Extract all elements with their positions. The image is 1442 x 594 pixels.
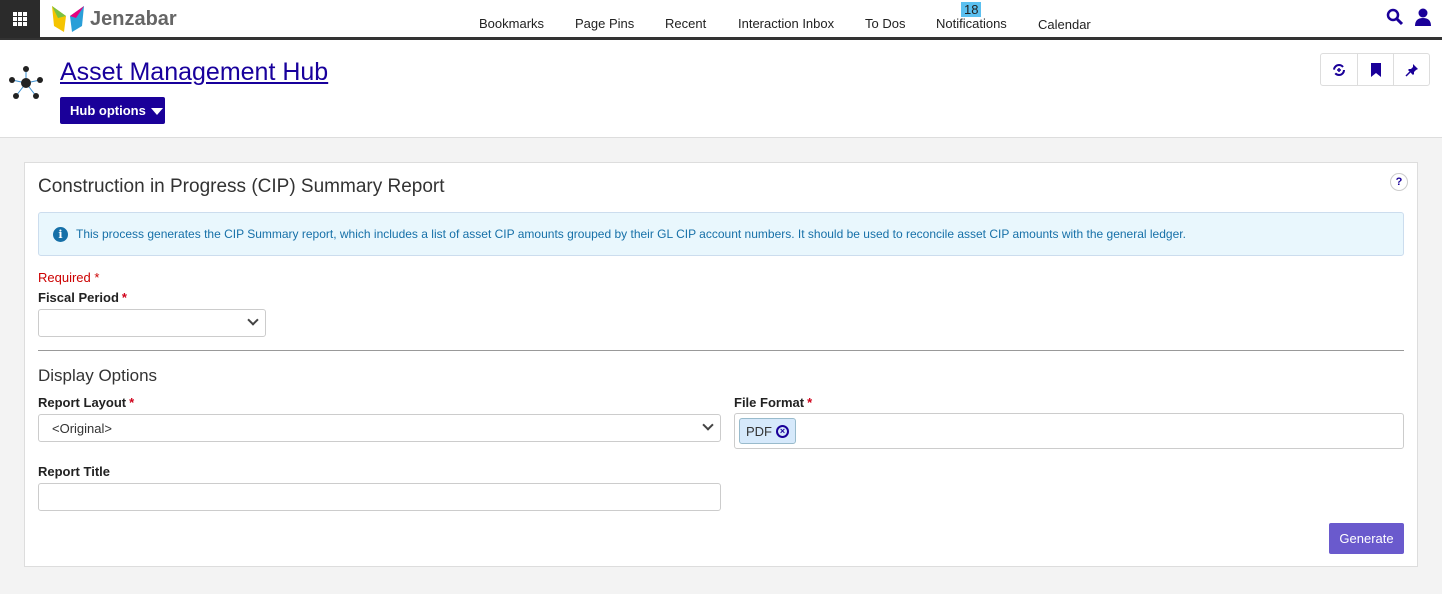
remove-chip-icon[interactable]: × xyxy=(776,424,789,438)
pin-icon xyxy=(1404,63,1418,77)
nav-page-pins[interactable]: Page Pins xyxy=(575,16,634,31)
search-icon[interactable] xyxy=(1386,8,1404,26)
help-icon[interactable]: ? xyxy=(1390,173,1408,191)
butterfly-icon xyxy=(52,6,84,32)
top-navbar: Jenzabar Bookmarks Page Pins Recent Inte… xyxy=(0,0,1442,40)
page-header: Asset Management Hub Hub options xyxy=(0,40,1442,138)
page-title[interactable]: Asset Management Hub xyxy=(60,58,328,87)
app-menu-button[interactable] xyxy=(0,0,40,38)
report-title-heading: Construction in Progress (CIP) Summary R… xyxy=(38,176,445,197)
grid-icon xyxy=(13,12,27,26)
bookmark-icon xyxy=(1370,62,1381,77)
file-format-multiselect[interactable]: PDF × xyxy=(734,413,1404,449)
divider xyxy=(38,350,1404,351)
report-layout-label: Report Layout * xyxy=(38,395,135,410)
refresh-button[interactable] xyxy=(1321,54,1357,85)
nav-recent[interactable]: Recent xyxy=(665,16,706,31)
caret-down-icon xyxy=(150,108,163,116)
fiscal-period-label: Fiscal Period * xyxy=(38,290,127,305)
bookmark-button[interactable] xyxy=(1357,54,1393,85)
generate-button[interactable]: Generate xyxy=(1329,523,1404,554)
jenzabar-logo[interactable]: Jenzabar xyxy=(50,4,177,34)
notifications-badge: 18 xyxy=(961,2,982,17)
pin-button[interactable] xyxy=(1393,54,1429,85)
report-title-label: Report Title xyxy=(38,464,110,479)
nav-interaction-inbox[interactable]: Interaction Inbox xyxy=(738,16,834,31)
display-options-heading: Display Options xyxy=(38,366,158,385)
nav-to-dos[interactable]: To Dos xyxy=(865,16,905,31)
cip-report-card: Construction in Progress (CIP) Summary R… xyxy=(24,162,1418,567)
info-banner: i This process generates the CIP Summary… xyxy=(38,212,1404,256)
file-format-chip-pdf: PDF × xyxy=(739,418,796,444)
hub-network-icon xyxy=(9,66,43,99)
required-note: Required * xyxy=(38,270,100,285)
report-title-input[interactable] xyxy=(38,483,721,511)
chevron-down-icon xyxy=(247,314,259,326)
user-icon[interactable] xyxy=(1414,8,1432,26)
sync-icon xyxy=(1333,63,1345,76)
chevron-down-icon xyxy=(702,419,714,431)
file-format-label: File Format * xyxy=(734,395,813,410)
fiscal-period-select[interactable] xyxy=(38,309,266,337)
report-layout-select[interactable]: <Original> xyxy=(38,414,721,442)
nav-bookmarks[interactable]: Bookmarks xyxy=(479,16,544,31)
nav-calendar[interactable]: Calendar xyxy=(1038,17,1091,32)
nav-notifications[interactable]: Notifications xyxy=(936,16,1007,31)
hub-options-button[interactable]: Hub options xyxy=(60,97,165,124)
info-icon: i xyxy=(53,226,68,242)
